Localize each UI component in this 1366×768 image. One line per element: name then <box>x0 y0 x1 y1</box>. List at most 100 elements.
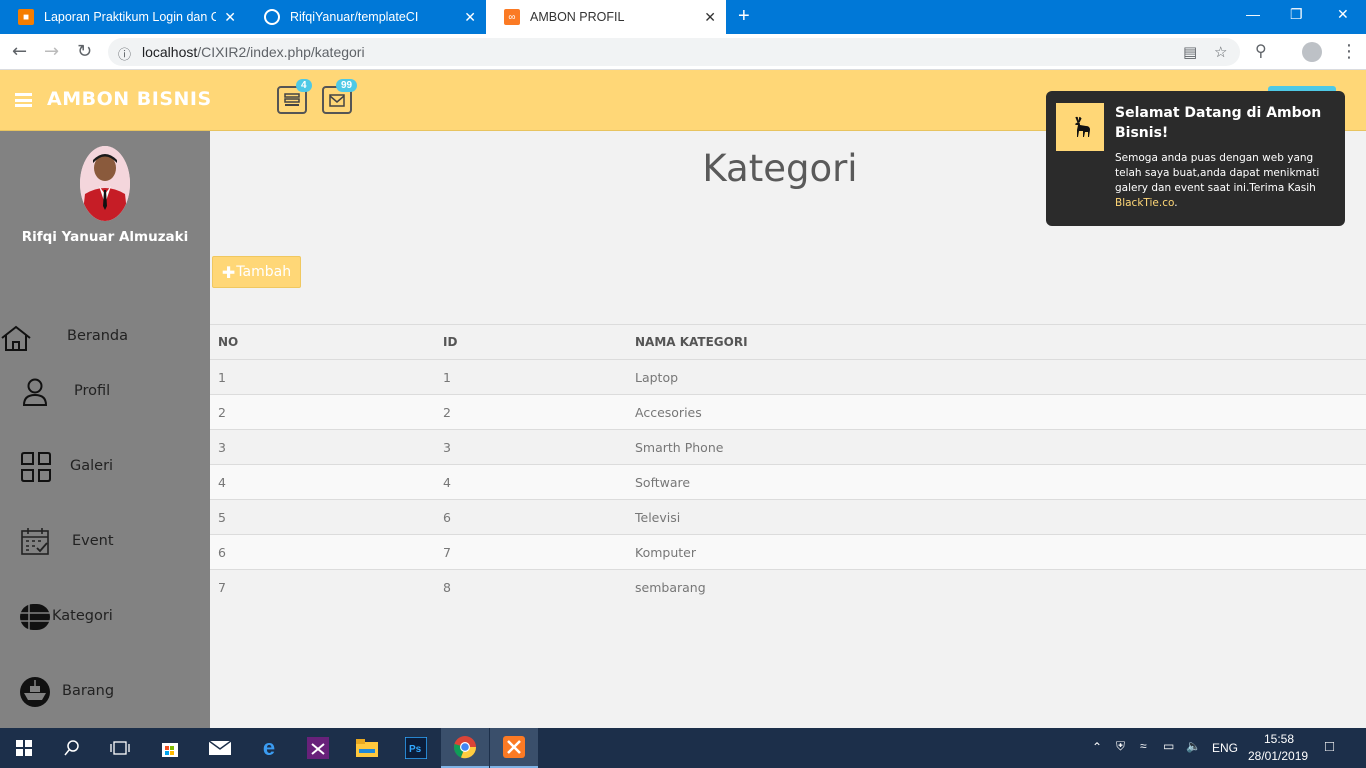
avatar <box>80 146 130 221</box>
sidebar-item-profil[interactable]: Profil <box>0 376 210 416</box>
add-button-label: Tambah <box>236 264 292 280</box>
back-icon[interactable]: ← <box>12 41 27 62</box>
menu-kebab-icon[interactable]: ⋮ <box>1340 41 1358 62</box>
plus-icon: ✚ <box>221 262 236 282</box>
notification-title: Selamat Datang di Ambon Bisnis! <box>1115 105 1322 141</box>
info-icon[interactable]: ⓘ <box>118 44 131 63</box>
github-icon <box>264 9 280 25</box>
xampp-icon: ∞ <box>504 9 520 25</box>
notification-center-icon[interactable]: □ <box>1325 738 1334 755</box>
url-text[interactable]: localhost/CIXIR2/index.php/kategori <box>142 44 365 60</box>
store-icon[interactable] <box>146 728 194 768</box>
cell-nama: Laptop <box>635 370 679 385</box>
close-tab-icon[interactable]: ✕ <box>704 9 716 26</box>
battery-icon[interactable]: ▭ <box>1163 739 1174 753</box>
clock-time[interactable]: 15:58 <box>1264 732 1294 746</box>
translate-icon[interactable]: ▤ <box>1183 43 1197 61</box>
table-row: 2 2 Accesories <box>210 394 1366 429</box>
tab-title: RifqiYanuar/templateCI <box>290 10 419 24</box>
table-row: 3 3 Smarth Phone <box>210 429 1366 464</box>
xampp-icon[interactable] <box>490 728 538 768</box>
language-indicator[interactable]: ENG <box>1212 741 1238 755</box>
sidebar-item-label: Event <box>72 533 114 549</box>
browser-tab-3[interactable]: ∞ AMBON PROFIL ✕ <box>486 0 726 34</box>
bookmark-star-icon[interactable]: ☆ <box>1214 43 1227 61</box>
browser-tab-2[interactable]: RifqiYanuar/templateCI ✕ <box>246 0 486 34</box>
file-explorer-icon[interactable] <box>343 728 391 768</box>
cell-no: 1 <box>218 370 226 385</box>
url-path: /CIXIR2/index.php/kategori <box>197 44 365 60</box>
forward-icon[interactable]: → <box>44 41 59 62</box>
cell-nama: Accesories <box>635 405 702 420</box>
sidebar-item-beranda[interactable]: Beranda <box>0 321 210 361</box>
column-header[interactable]: NAMA KATEGORI <box>635 335 748 349</box>
notification-link[interactable]: BlackTie.co <box>1115 197 1174 209</box>
column-header[interactable]: NO <box>218 335 238 349</box>
table-row: 4 4 Software <box>210 464 1366 499</box>
task-view-icon[interactable] <box>96 728 144 768</box>
search-icon[interactable]: ⚲ <box>1255 41 1267 60</box>
cell-no: 6 <box>218 545 226 560</box>
sidebar-item-label: Barang <box>62 683 115 699</box>
tray-chevron-icon[interactable]: ⌃ <box>1092 740 1102 754</box>
cell-no: 7 <box>218 580 226 595</box>
mail-button[interactable]: 99 <box>322 79 358 114</box>
security-icon[interactable]: ⛨ <box>1116 739 1125 754</box>
profile-avatar-icon[interactable] <box>1302 42 1322 62</box>
photoshop-icon[interactable]: Ps <box>392 728 440 768</box>
close-window-button[interactable]: ✕ <box>1337 6 1349 23</box>
visual-studio-icon[interactable] <box>294 728 342 768</box>
ship-icon <box>20 677 50 707</box>
tasks-button[interactable]: 4 <box>277 79 312 114</box>
sidebar-item-kategori[interactable]: Kategori <box>0 601 210 641</box>
chrome-icon[interactable] <box>441 728 489 768</box>
home-icon <box>1 325 31 351</box>
search-icon[interactable] <box>48 728 96 768</box>
volume-icon[interactable]: 🔈 <box>1186 739 1201 753</box>
calendar-icon <box>21 528 49 555</box>
tasks-badge: 4 <box>296 79 312 92</box>
notification-body: Semoga anda puas dengan web yang telah s… <box>1115 151 1337 211</box>
cell-id: 1 <box>443 370 451 385</box>
cell-nama: Televisi <box>635 510 681 525</box>
tab-title: Laporan Praktikum Login dan CR <box>44 10 216 24</box>
gallery-icon <box>21 452 51 482</box>
windows-start-icon[interactable] <box>0 728 48 768</box>
hamburger-menu-icon[interactable] <box>15 93 32 107</box>
address-bar[interactable]: ⓘ localhost/CIXIR2/index.php/kategori ▤ … <box>108 38 1240 66</box>
restore-button[interactable]: ❐ <box>1290 6 1303 23</box>
sidebar-item-event[interactable]: Event <box>0 526 210 566</box>
new-tab-button[interactable]: + <box>738 5 750 28</box>
brand-title: AMBON BISNIS <box>47 88 212 110</box>
sidebar-item-label: Beranda <box>67 328 128 344</box>
add-button[interactable]: ✚ Tambah <box>212 256 301 288</box>
mail-badge: 99 <box>336 79 358 92</box>
sidebar: Rifqi Yanuar Almuzaki Beranda Profil Gal… <box>0 131 210 728</box>
minimize-button[interactable]: — <box>1246 6 1260 22</box>
close-tab-icon[interactable]: ✕ <box>464 9 476 26</box>
user-name: Rifqi Yanuar Almuzaki <box>21 229 189 245</box>
reload-icon[interactable]: ↻ <box>77 41 92 62</box>
url-host: localhost <box>142 44 198 60</box>
svg-text:Ps: Ps <box>409 744 422 755</box>
table-row: 7 8 sembarang <box>210 569 1366 604</box>
cell-nama: Smarth Phone <box>635 440 724 455</box>
sidebar-item-label: Profil <box>74 383 111 399</box>
envelope-icon <box>329 93 345 107</box>
column-header[interactable]: ID <box>443 335 457 349</box>
sidebar-item-label: Kategori <box>52 608 113 624</box>
edge-icon[interactable]: e <box>245 728 293 768</box>
browser-tab-1[interactable]: ■ Laporan Praktikum Login dan CR ✕ <box>0 0 246 34</box>
wifi-icon[interactable]: ≈ <box>1140 739 1147 753</box>
cell-id: 4 <box>443 475 451 490</box>
welcome-notification[interactable]: Selamat Datang di Ambon Bisnis! Semoga a… <box>1046 91 1345 226</box>
sidebar-item-galeri[interactable]: Galeri <box>0 451 210 491</box>
cell-id: 2 <box>443 405 451 420</box>
cell-no: 2 <box>218 405 226 420</box>
mail-app-icon[interactable] <box>196 728 244 768</box>
blogger-icon: ■ <box>18 9 34 25</box>
close-tab-icon[interactable]: ✕ <box>224 9 236 26</box>
clock-date[interactable]: 28/01/2019 <box>1248 749 1308 763</box>
table-row: 1 1 Laptop <box>210 359 1366 394</box>
sidebar-item-barang[interactable]: Barang <box>0 676 210 716</box>
